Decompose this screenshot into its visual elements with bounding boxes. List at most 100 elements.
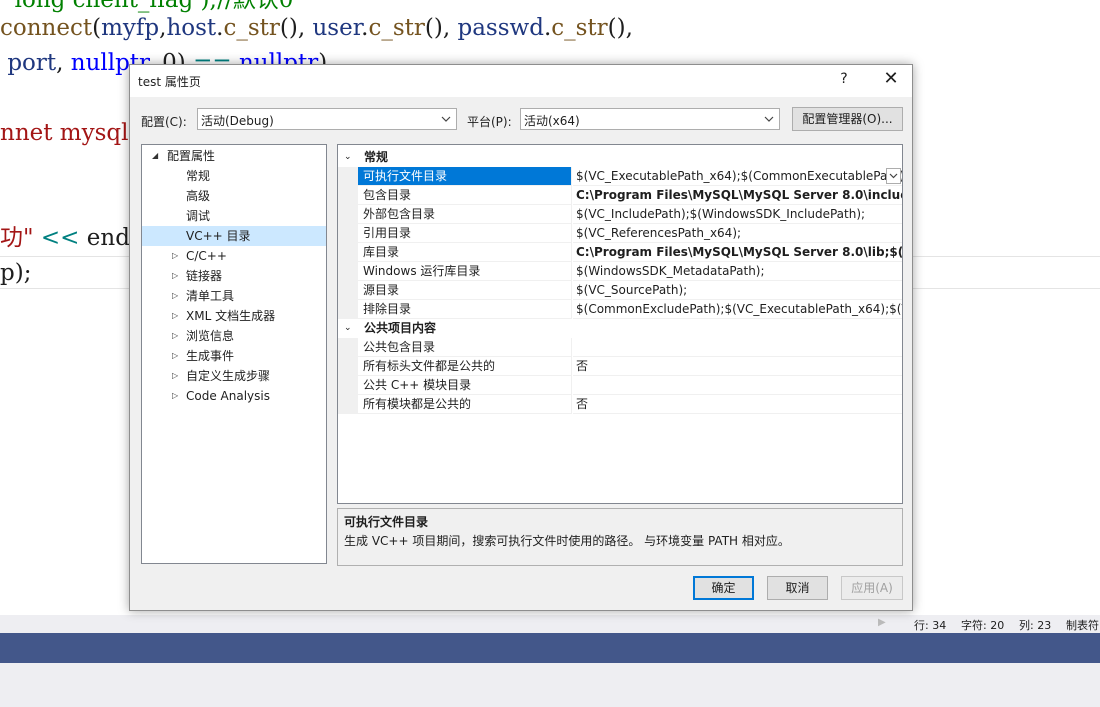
collapsed-arrow-icon[interactable]: ▷ <box>172 386 178 406</box>
property-row[interactable]: 所有模块都是公共的 否 <box>338 395 902 414</box>
property-name-cell[interactable]: 公共 C++ 模块目录 <box>358 376 571 395</box>
column-divider[interactable] <box>571 281 572 300</box>
property-name-cell[interactable]: Windows 运行库目录 <box>358 262 571 281</box>
column-divider[interactable] <box>571 205 572 224</box>
config-manager-button[interactable]: 配置管理器(O)... <box>792 107 903 131</box>
collapse-chevron-icon[interactable]: ⌄ <box>344 148 352 167</box>
property-name-cell[interactable]: 可执行文件目录 <box>358 167 571 186</box>
column-divider[interactable] <box>571 167 572 186</box>
property-name-cell[interactable]: 引用目录 <box>358 224 571 243</box>
property-value-cell[interactable]: $(VC_ExecutablePath_x64);$(CommonExecuta… <box>573 167 902 186</box>
property-value-cell[interactable]: C:\Program Files\MySQL\MySQL Server 8.0\… <box>573 186 902 205</box>
code-token: nnet mysql <box>0 120 129 146</box>
property-row[interactable]: 公共 C++ 模块目录 <box>338 376 902 395</box>
property-value-cell[interactable]: $(VC_ReferencesPath_x64); <box>573 224 902 243</box>
tree-item[interactable]: ▷ C/C++ <box>142 246 326 266</box>
property-row[interactable]: Windows 运行库目录 $(WindowsSDK_MetadataPath); <box>338 262 902 281</box>
ok-button[interactable]: 确定 <box>693 576 754 600</box>
collapsed-arrow-icon[interactable]: ▷ <box>172 246 178 266</box>
property-name-cell[interactable]: 包含目录 <box>358 186 571 205</box>
property-value-cell[interactable]: C:\Program Files\MySQL\MySQL Server 8.0\… <box>573 243 902 262</box>
grid-section-header[interactable]: ⌄ 常规 <box>338 148 902 167</box>
property-row[interactable]: 源目录 $(VC_SourcePath); <box>338 281 902 300</box>
description-title: 可执行文件目录 <box>344 515 429 529</box>
column-divider[interactable] <box>571 262 572 281</box>
status-line: 行: 34 <box>914 619 947 632</box>
property-tree[interactable]: ◢ 配置属性 常规 高级 调试 VC++ 目录 ▷ C/C++ ▷ 链接器 ▷ 清单工具 ▷ XML 文档… <box>141 144 327 564</box>
grid-section-header[interactable]: ⌄ 公共项目内容 <box>338 319 902 338</box>
collapsed-arrow-icon[interactable]: ▷ <box>172 266 178 286</box>
tree-item[interactable]: 调试 <box>142 206 326 226</box>
tree-item[interactable]: 高级 <box>142 186 326 206</box>
column-divider[interactable] <box>571 300 572 319</box>
tree-item[interactable]: VC++ 目录 <box>142 226 326 246</box>
collapse-chevron-icon[interactable]: ⌄ <box>344 319 352 338</box>
dialog-titlebar[interactable]: test 属性页 ? ✕ <box>130 65 912 97</box>
property-value-cell[interactable]: $(CommonExcludePath);$(VC_ExecutablePath… <box>573 300 902 319</box>
expanded-arrow-icon[interactable]: ◢ <box>152 146 158 166</box>
collapsed-arrow-icon[interactable]: ▷ <box>172 326 178 346</box>
property-value-cell[interactable] <box>573 338 902 357</box>
collapsed-arrow-icon[interactable]: ▷ <box>172 366 178 386</box>
column-divider[interactable] <box>571 224 572 243</box>
column-divider[interactable] <box>571 376 572 395</box>
column-divider[interactable] <box>571 243 572 262</box>
collapsed-arrow-icon[interactable]: ▷ <box>172 346 178 366</box>
property-row[interactable]: 所有标头文件都是公共的 否 <box>338 357 902 376</box>
property-row[interactable]: 包含目录 C:\Program Files\MySQL\MySQL Server … <box>338 186 902 205</box>
property-value-cell[interactable]: $(VC_IncludePath);$(WindowsSDK_IncludePa… <box>573 205 902 224</box>
value-dropdown-button[interactable] <box>886 168 901 184</box>
tree-item[interactable]: ▷ Code Analysis <box>142 386 326 406</box>
property-value-cell[interactable] <box>573 376 902 395</box>
property-row[interactable]: 排除目录 $(CommonExcludePath);$(VC_Executable… <box>338 300 902 319</box>
status-col: 列: 23 <box>1019 619 1052 632</box>
code-token: user <box>312 15 362 41</box>
property-name-cell[interactable]: 所有模块都是公共的 <box>358 395 571 414</box>
column-divider[interactable] <box>571 395 572 414</box>
property-row[interactable]: 外部包含目录 $(VC_IncludePath);$(WindowsSDK_Inc… <box>338 205 902 224</box>
platform-combobox[interactable]: 活动(x64) <box>520 108 780 130</box>
property-name-cell[interactable]: 排除目录 <box>358 300 571 319</box>
property-name-cell[interactable]: 源目录 <box>358 281 571 300</box>
column-divider[interactable] <box>571 357 572 376</box>
property-value-cell[interactable]: 否 <box>573 395 902 414</box>
tree-item[interactable]: ▷ 生成事件 <box>142 346 326 366</box>
tree-item[interactable]: 常规 <box>142 166 326 186</box>
column-divider[interactable] <box>571 338 572 357</box>
collapsed-arrow-icon[interactable]: ▷ <box>172 286 178 306</box>
tree-item[interactable]: ◢ 配置属性 <box>142 146 326 166</box>
property-value-cell[interactable]: $(VC_SourcePath); <box>573 281 902 300</box>
cancel-button[interactable]: 取消 <box>767 576 828 600</box>
row-gutter <box>338 300 358 319</box>
scroll-arrow-icon[interactable]: ▶ <box>878 617 886 628</box>
row-gutter <box>338 262 358 281</box>
apply-button[interactable]: 应用(A) <box>841 576 903 600</box>
tree-item[interactable]: ▷ 清单工具 <box>142 286 326 306</box>
dialog-title: test 属性页 <box>138 75 201 89</box>
property-value-cell[interactable]: 否 <box>573 357 902 376</box>
tree-item-label: 调试 <box>186 209 211 223</box>
column-divider[interactable] <box>571 186 572 205</box>
property-name-cell[interactable]: 所有标头文件都是公共的 <box>358 357 571 376</box>
tree-item[interactable]: ▷ XML 文档生成器 <box>142 306 326 326</box>
tree-item[interactable]: ▷ 自定义生成步骤 <box>142 366 326 386</box>
tree-item[interactable]: ▷ 链接器 <box>142 266 326 286</box>
config-label: 配置(C): <box>141 115 187 129</box>
property-name-cell[interactable]: 库目录 <box>358 243 571 262</box>
help-button[interactable]: ? <box>833 71 855 87</box>
collapsed-arrow-icon[interactable]: ▷ <box>172 306 178 326</box>
property-row[interactable]: 可执行文件目录 $(VC_ExecutablePath_x64);$(Common… <box>338 167 902 186</box>
property-row[interactable]: 引用目录 $(VC_ReferencesPath_x64); <box>338 224 902 243</box>
property-row[interactable]: 公共包含目录 <box>338 338 902 357</box>
property-row[interactable]: 库目录 C:\Program Files\MySQL\MySQL Server 8… <box>338 243 902 262</box>
property-name-cell[interactable]: 外部包含目录 <box>358 205 571 224</box>
description-text: 生成 VC++ 项目期间，搜索可执行文件时使用的路径。 与环境变量 PATH 相… <box>344 534 790 548</box>
close-button[interactable]: ✕ <box>880 68 902 89</box>
property-grid[interactable]: ⌄ 常规 可执行文件目录 $(VC_ExecutablePath_x64);$(Com… <box>337 144 903 504</box>
property-name-cell[interactable]: 公共包含目录 <box>358 338 571 357</box>
tree-item-label: 链接器 <box>186 269 223 283</box>
property-value-cell[interactable]: $(WindowsSDK_MetadataPath); <box>573 262 902 281</box>
tree-item[interactable]: ▷ 浏览信息 <box>142 326 326 346</box>
config-combobox[interactable]: 活动(Debug) <box>197 108 457 130</box>
